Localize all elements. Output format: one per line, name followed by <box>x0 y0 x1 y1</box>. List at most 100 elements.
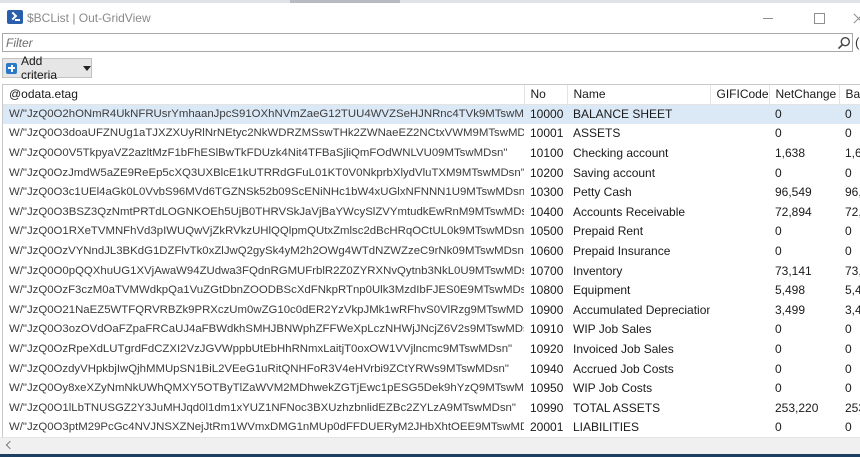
cell-name: Accounts Receivable <box>573 204 686 219</box>
cell-no: 10920 <box>530 341 564 356</box>
column-header-row: @odata.etag No Name GIFICode NetChange B… <box>3 85 860 105</box>
cell-etag: W/"JzQ0O21NaEZ5WTFQRVRBZk9PRXczUm0wZG10c… <box>9 303 524 316</box>
column-header-etag[interactable]: @odata.etag <box>3 85 525 105</box>
table-row[interactable]: W/"JzQ0OzdyVHpkbjIwQjhMMUpSN1BiL2VEeG1uR… <box>3 359 860 379</box>
results-table: @odata.etag No Name GIFICode NetChange B… <box>3 85 860 437</box>
cell-netchange: 0 <box>775 165 782 180</box>
table-row[interactable]: W/"JzQ0OzF3czM0aTVMWdkpQa1VuZGtDbnZOODBS… <box>3 280 860 300</box>
cell-netchange: 1,638 <box>775 145 806 160</box>
cell-balance: 0 <box>845 126 852 141</box>
cell-balance: 0 <box>845 361 852 376</box>
cell-no: 10700 <box>530 263 564 278</box>
close-button[interactable] <box>838 6 860 31</box>
chevron-down-icon <box>83 65 91 71</box>
cell-netchange: 0 <box>775 420 782 435</box>
cell-netchange: 0 <box>775 322 782 337</box>
cell-no: 10300 <box>530 185 564 200</box>
add-criteria-button[interactable]: Add criteria <box>2 54 92 82</box>
cell-netchange: 253,220 <box>775 400 819 415</box>
cell-no: 10950 <box>530 381 564 396</box>
minimize-button[interactable] <box>745 6 791 31</box>
powershell-icon <box>7 10 23 24</box>
cell-name: Prepaid Rent <box>573 224 644 239</box>
table-row[interactable]: W/"JzQ0O21NaEZ5WTFQRVRBZk9PRXczUm0wZG10c… <box>3 300 860 320</box>
cell-etag: W/"JzQ0O3ozOVdOaFZpaFRCaUJ4aFBWdkhSMHJBN… <box>9 323 524 336</box>
cell-etag: W/"JzQ0O3BSZ3QzNmtPRTdLOGNKOEh5UjB0THRVS… <box>9 205 524 218</box>
table-row[interactable]: W/"JzQ0O3doaUFZNUg1aTJXZXUyRlNrNEtyc2NkW… <box>3 124 860 144</box>
cell-gificode <box>710 280 769 300</box>
cell-netchange: 0 <box>775 224 782 239</box>
maximize-button[interactable] <box>795 6 841 31</box>
horizontal-scrollbar[interactable] <box>0 437 860 454</box>
scroll-left-icon[interactable] <box>5 440 15 450</box>
table-row[interactable]: W/"JzQ0O0V5TkpyaVZ2azltMzF1bFhESlBwTkFDU… <box>3 143 860 163</box>
cell-balance: 72,8 <box>845 204 860 219</box>
column-header-balance[interactable]: Bala <box>839 85 860 105</box>
column-header-gificode[interactable]: GIFICode <box>710 85 770 105</box>
cell-etag: W/"JzQ0OzdyVHpkbjIwQjhMMUpSN1BiL2VEeG1uR… <box>9 362 509 375</box>
cell-etag: W/"JzQ0O1RXeTVMNFhVd3pIWUQwVjZkRVkzUHlQQ… <box>9 225 524 238</box>
column-header-no[interactable]: No <box>524 85 568 105</box>
results-grid[interactable]: @odata.etag No Name GIFICode NetChange B… <box>2 84 860 437</box>
search-icon[interactable] <box>837 36 851 50</box>
cell-etag: W/"JzQ0O0pQQXhuUG1XVjAwaW94ZUdwa3FQdnRGM… <box>9 264 524 277</box>
cell-netchange: 0 <box>775 361 782 376</box>
cell-etag: W/"JzQ0OzRpeXdLUTgrdFdCZXI2VzJGVWppbUtEb… <box>9 342 513 355</box>
cell-netchange: 0 <box>775 126 782 141</box>
cell-name: WIP Job Costs <box>573 381 653 396</box>
cell-balance: 253, <box>845 400 860 415</box>
cell-no: 10600 <box>530 243 564 258</box>
table-row[interactable]: W/"JzQ0OzRpeXdLUTgrdFdCZXI2VzJGVWppbUtEb… <box>3 339 860 359</box>
cell-balance: 0 <box>845 224 852 239</box>
table-row[interactable]: W/"JzQ0O2hONmR4UkNFRUsrYmhaanJpcS91OXhNV… <box>3 104 860 124</box>
cell-netchange: 73,141 <box>775 263 812 278</box>
cell-balance: 0 <box>845 165 852 180</box>
cell-etag: W/"JzQ0O3c1UEl4aGk0L0VvbS96MVd6TGZNSk52b… <box>9 186 524 199</box>
cell-name: Petty Cash <box>573 185 632 200</box>
title-bar: $BCList | Out-GridView <box>0 3 860 31</box>
table-row[interactable]: W/"JzQ0OzJmdW5aZE9ReEp5cXQ3UXBlcE1kUTRRd… <box>3 163 860 183</box>
cell-etag: W/"JzQ0OzF3czM0aTVMWdkpQa1VuZGtDbnZOODBS… <box>9 284 524 297</box>
cell-gificode <box>710 222 769 242</box>
table-row[interactable]: W/"JzQ0Oy8xeXZyNmNkUWhQMXY5OTByTlZaWVM2M… <box>3 378 860 398</box>
cell-no: 10910 <box>530 322 564 337</box>
cell-name: Accumulated Depreciation <box>573 302 710 317</box>
table-row[interactable]: W/"JzQ0O0pQQXhuUG1XVjAwaW94ZUdwa3FQdnRGM… <box>3 261 860 281</box>
cell-name: Checking account <box>573 145 669 160</box>
cell-etag: W/"JzQ0O1lLbTNUSGZ2Y3JuMHJqd0l1dm1xYUZ1N… <box>9 401 516 414</box>
cell-balance: 1,63 <box>845 145 860 160</box>
cell-gificode <box>710 378 769 398</box>
column-header-netchange[interactable]: NetChange <box>769 85 840 105</box>
cell-name: Accrued Job Costs <box>573 361 674 376</box>
cell-netchange: 3,499 <box>775 302 806 317</box>
cell-gificode <box>710 182 769 202</box>
cell-netchange: 0 <box>775 243 782 258</box>
cell-gificode <box>710 320 769 340</box>
table-row[interactable]: W/"JzQ0OzVYNndJL3BKdG1DZFlvTk0xZlJwQ2gyS… <box>3 241 860 261</box>
cell-etag: W/"JzQ0O0V5TkpyaVZ2azltMzF1bFhESlBwTkFDU… <box>9 146 508 159</box>
cell-name: Inventory <box>573 263 623 278</box>
table-row[interactable]: W/"JzQ0O3c1UEl4aGk0L0VvbS96MVd6TGZNSk52b… <box>3 182 860 202</box>
table-row[interactable]: W/"JzQ0O3BSZ3QzNmtPRTdLOGNKOEh5UjB0THRVS… <box>3 202 860 222</box>
cell-gificode <box>710 202 769 222</box>
cell-gificode <box>710 241 769 261</box>
cell-name: ASSETS <box>573 126 621 141</box>
cell-gificode <box>710 124 769 144</box>
column-header-name[interactable]: Name <box>567 85 711 105</box>
table-row[interactable]: W/"JzQ0O3ptM29PcGc4NVJNSXZNejJtRm1WVmxDM… <box>3 418 860 438</box>
table-row[interactable]: W/"JzQ0O1RXeTVMNFhVd3pIWUQwVjZkRVkzUHlQQ… <box>3 222 860 242</box>
cell-balance: 73,1 <box>845 263 860 278</box>
cell-gificode <box>710 359 769 379</box>
cell-netchange: 72,894 <box>775 204 812 219</box>
cell-no: 10800 <box>530 283 564 298</box>
cell-gificode <box>710 339 769 359</box>
cell-no: 10001 <box>530 126 564 141</box>
cell-no: 10200 <box>530 165 564 180</box>
cell-no: 10100 <box>530 145 564 160</box>
filter-input[interactable] <box>3 34 852 51</box>
cell-name: Prepaid Insurance <box>573 243 671 258</box>
table-row[interactable]: W/"JzQ0O1lLbTNUSGZ2Y3JuMHJqd0l1dm1xYUZ1N… <box>3 398 860 418</box>
cell-balance: 0 <box>845 243 852 258</box>
add-criteria-label: Add criteria <box>21 54 58 82</box>
table-row[interactable]: W/"JzQ0O3ozOVdOaFZpaFRCaUJ4aFBWdkhSMHJBN… <box>3 320 860 340</box>
